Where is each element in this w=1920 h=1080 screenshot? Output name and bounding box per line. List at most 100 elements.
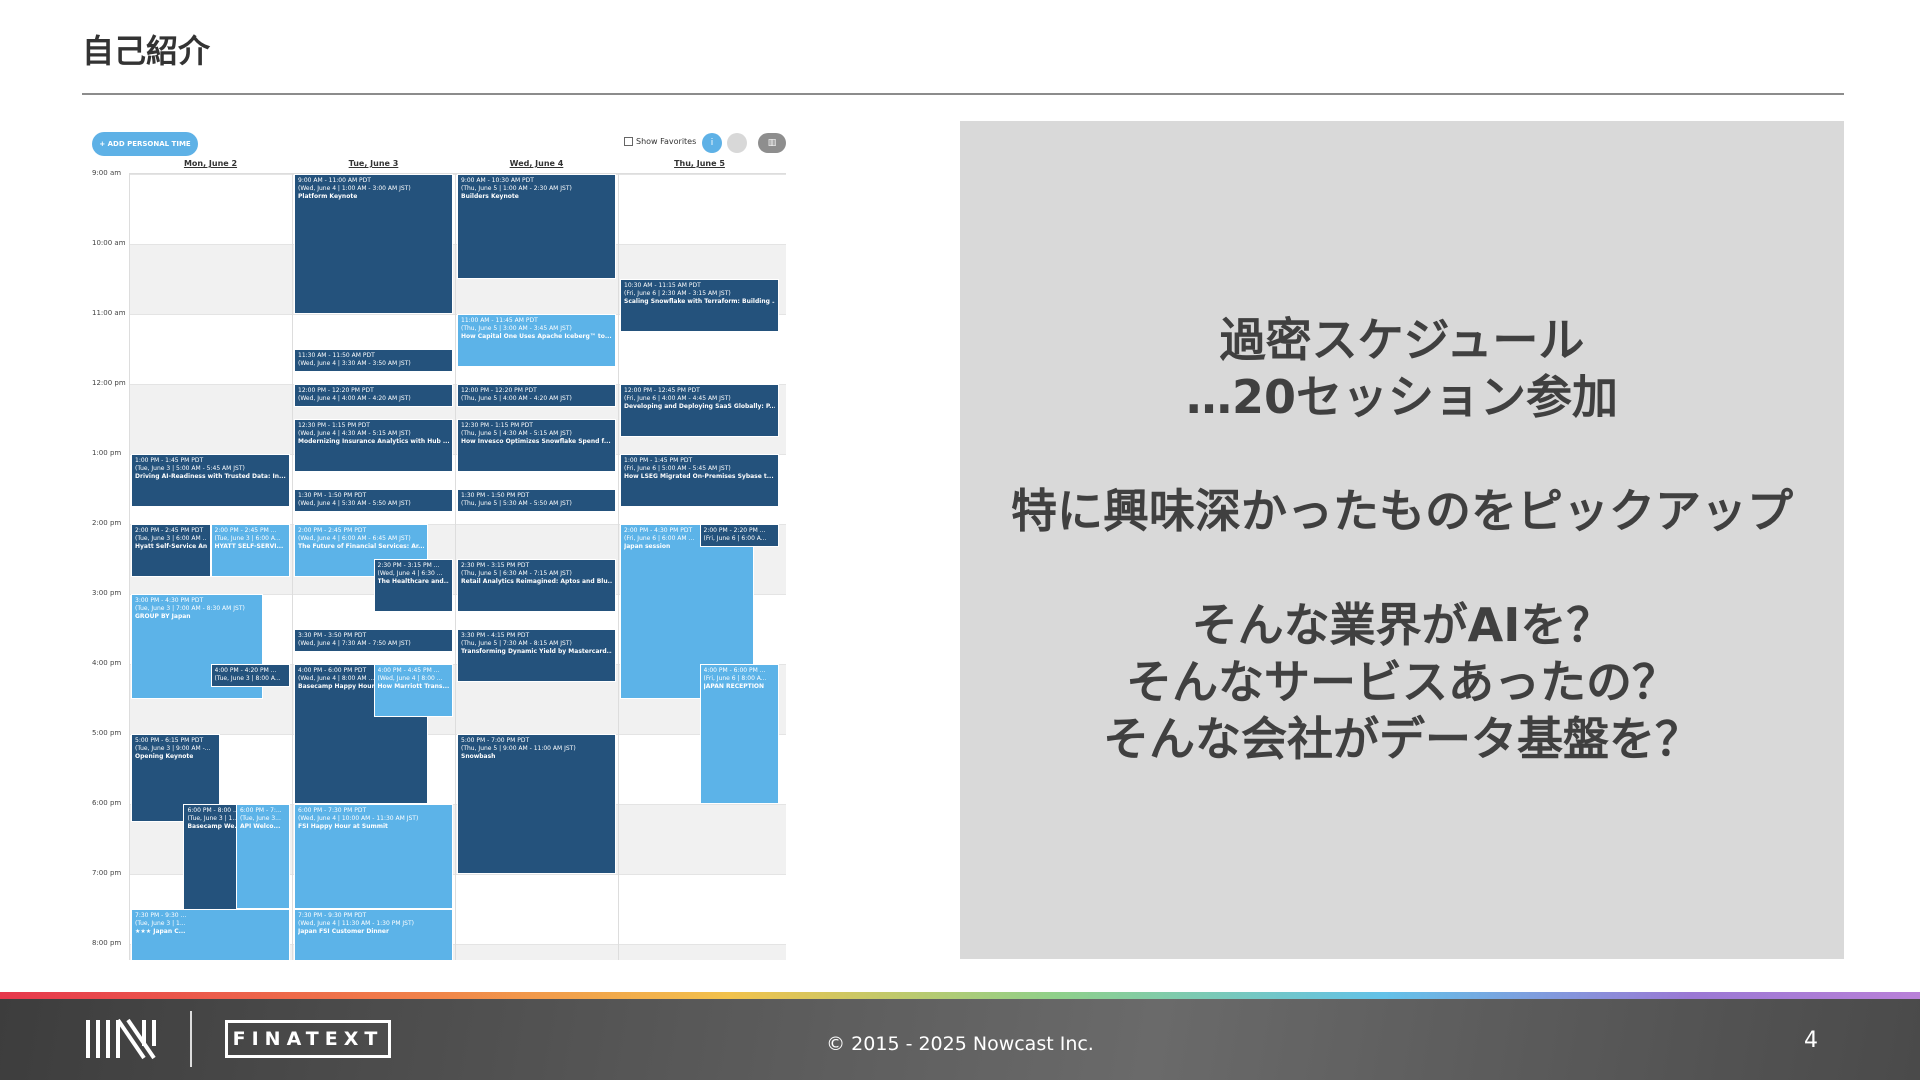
grid-view-icon[interactable]: ▥ [758, 133, 786, 153]
event-time: 12:30 PM - 1:15 PM PDT [461, 422, 533, 429]
event-time: 1:00 PM - 1:45 PM PDT [624, 457, 693, 464]
calendar-event[interactable]: 7:30 PM - 9:30 ... (Tue, June 3 | 1... ★★★… [131, 909, 290, 960]
event-title: How Invesco Optimizes Snowflake Spend f.… [461, 438, 611, 446]
time-label: 11:00 am [92, 309, 126, 317]
event-time: 3:30 PM - 3:50 PM PDT [298, 632, 367, 639]
summary-line: 過密スケジュール [1219, 313, 1585, 367]
footer: FINATEXT © 2015 - 2025 Nowcast Inc. 4 [0, 999, 1920, 1080]
event-title: How LSEG Migrated On-Premises Sybase t..… [624, 473, 774, 481]
calendar-event[interactable]: 11:00 AM - 11:45 AM PDT (Thu, June 5 | 3:… [457, 314, 616, 367]
calendar-event[interactable]: 12:30 PM - 1:15 PM PDT (Thu, June 5 | 4:3… [457, 419, 616, 472]
calendar-event[interactable]: 9:00 AM - 11:00 AM PDT (Wed, June 4 | 1:0… [294, 174, 453, 314]
event-time: 10:30 AM - 11:15 AM PDT [624, 282, 701, 289]
event-time: 12:00 PM - 12:45 PM PDT [624, 387, 700, 394]
event-title: Hyatt Self-Service Ana... [135, 543, 207, 551]
calendar-event[interactable]: 7:30 PM - 9:30 PM PDT (Wed, June 4 | 11:3… [294, 909, 453, 960]
calendar-grid: 1:00 PM - 1:45 PM PDT (Tue, June 3 | 5:00… [129, 173, 786, 960]
event-local-time: (Wed, June 4 | 11:30 AM - 1:30 PM JST) [298, 920, 414, 928]
event-local-time: (Tue, June 3 | 7:00 AM - 8:30 AM JST) [135, 605, 245, 613]
calendar-event[interactable]: 2:00 PM - 2:45 PM PDT (Tue, June 3 | 6:00… [131, 524, 211, 577]
calendar-event[interactable]: 12:00 PM - 12:45 PM PDT (Fri, June 6 | 4:… [620, 384, 779, 437]
calendar-toolbar: + ADD PERSONAL TIME Show Favorites i ▥ [84, 120, 796, 162]
calendar-event[interactable]: 1:00 PM - 1:45 PM PDT (Fri, June 6 | 5:00… [620, 454, 779, 507]
calendar-event[interactable]: 12:00 PM - 12:20 PM PDT (Wed, June 4 | 4:… [294, 384, 453, 408]
day-header: Thu, June 5 [674, 159, 725, 168]
time-label: 4:00 pm [92, 659, 122, 667]
show-favorites-toggle[interactable]: Show Favorites [624, 137, 696, 146]
calendar-event[interactable]: 11:30 AM - 11:50 AM PDT (Wed, June 4 | 3:… [294, 349, 453, 373]
event-local-time: (Wed, June 4 | 1:00 AM - 3:00 AM JST) [298, 185, 411, 193]
event-local-time: (Tue, June 3 | 6:00 AM ... [135, 535, 207, 543]
day-header: Mon, June 2 [183, 159, 238, 168]
calendar-event[interactable]: 6:00 PM - 7:... (Tue, June 3... API Welco.… [235, 804, 290, 909]
event-title: Japan FSI Customer Dinner [298, 928, 389, 936]
event-local-time: (Fri, June 6 | 5:00 AM - 5:45 AM JST) [624, 465, 731, 473]
event-title: JAPAN RECEPTION [703, 683, 765, 691]
event-title: Snowbash [461, 753, 496, 761]
event-local-time: (Wed, June 4 | 6:30 ... [377, 570, 443, 578]
event-time: 1:30 PM - 1:50 PM PDT [461, 492, 530, 499]
event-local-time: (Tue, June 3... [239, 815, 281, 823]
event-title: How Capital One Uses Apache Iceberg™ to.… [461, 333, 612, 341]
event-time: 9:00 AM - 10:30 AM PDT [461, 177, 534, 184]
event-local-time: (Thu, June 5 | 6:30 AM - 7:15 AM JST) [461, 570, 572, 578]
event-local-time: (Tue, June 3 | 9:00 AM -... [135, 745, 211, 753]
time-label: 8:00 pm [92, 939, 122, 947]
event-local-time: (Thu, June 5 | 3:00 AM - 3:45 AM JST) [461, 325, 572, 333]
event-time: 2:30 PM - 3:15 PM PDT [461, 562, 530, 569]
list-view-icon[interactable] [727, 133, 747, 153]
event-local-time: (Thu, June 5 | 9:00 AM - 11:00 AM JST) [461, 745, 576, 753]
event-title: ★★★ Japan C... [135, 928, 186, 936]
time-label: 9:00 am [92, 169, 122, 177]
event-local-time: (Tue, June 3 | 6:00 A... [214, 535, 281, 543]
event-title: How Marriott Trans... [377, 683, 450, 691]
event-time: 2:00 PM - 2:45 PM ... [214, 527, 277, 534]
info-icon[interactable]: i [702, 133, 722, 153]
event-time: 7:30 PM - 9:30 PM PDT [298, 912, 367, 919]
calendar-event[interactable]: 2:00 PM - 2:45 PM ... (Tue, June 3 | 6:00… [210, 524, 290, 577]
summary-panel: 過密スケジュール …20セッション参加 特に興味深かったものをピックアップ そんな… [960, 121, 1844, 959]
calendar-event[interactable]: 6:00 PM - 7:30 PM PDT (Wed, June 4 | 10:0… [294, 804, 453, 909]
calendar-event[interactable]: 1:30 PM - 1:50 PM PDT (Thu, June 5 | 5:30… [457, 489, 616, 513]
calendar-event[interactable]: 2:30 PM - 3:15 PM ... (Wed, June 4 | 6:30… [373, 559, 453, 612]
summary-line: 特に興味深かったものをピックアップ [1011, 484, 1793, 538]
time-label: 5:00 pm [92, 729, 122, 737]
calendar-event[interactable]: 2:00 PM - 2:20 PM ... (Fri, June 6 | 6:00… [699, 524, 779, 548]
time-label: 6:00 pm [92, 799, 122, 807]
calendar-event[interactable]: 1:30 PM - 1:50 PM PDT (Wed, June 4 | 5:30… [294, 489, 453, 513]
event-local-time: (Wed, June 4 | 3:30 AM - 3:50 AM JST) [298, 360, 411, 368]
event-time: 3:30 PM - 4:15 PM PDT [461, 632, 530, 639]
calendar-event[interactable]: 2:30 PM - 3:15 PM PDT (Thu, June 5 | 6:30… [457, 559, 616, 612]
event-time: 2:00 PM - 2:45 PM PDT [298, 527, 367, 534]
calendar-event[interactable]: 12:00 PM - 12:20 PM PDT (Thu, June 5 | 4:… [457, 384, 616, 408]
calendar-event[interactable]: 1:00 PM - 1:45 PM PDT (Tue, June 3 | 5:00… [131, 454, 290, 507]
add-personal-time-button[interactable]: + ADD PERSONAL TIME [92, 132, 198, 156]
calendar-event[interactable]: 10:30 AM - 11:15 AM PDT (Fri, June 6 | 2:… [620, 279, 779, 332]
event-time: 12:00 PM - 12:20 PM PDT [461, 387, 537, 394]
event-local-time: (Wed, June 4 | 4:00 AM - 4:20 AM JST) [298, 395, 411, 403]
event-local-time: (Tue, June 3 | 1... [135, 920, 186, 928]
event-local-time: (Fri, June 6 | 2:30 AM - 3:15 AM JST) [624, 290, 731, 298]
event-time: 4:00 PM - 6:00 PM ... [703, 667, 766, 674]
calendar-event[interactable]: 3:30 PM - 4:15 PM PDT (Thu, June 5 | 7:30… [457, 629, 616, 682]
calendar-event[interactable]: 3:30 PM - 3:50 PM PDT (Wed, June 4 | 7:30… [294, 629, 453, 653]
event-time: 7:30 PM - 9:30 ... [135, 912, 187, 919]
event-time: 9:00 AM - 11:00 AM PDT [298, 177, 371, 184]
time-label: 2:00 pm [92, 519, 122, 527]
calendar-event[interactable]: 12:30 PM - 1:15 PM PDT (Wed, June 4 | 4:3… [294, 419, 453, 472]
event-local-time: (Thu, June 5 | 4:30 AM - 5:15 AM JST) [461, 430, 572, 438]
event-local-time: (Wed, June 4 | 5:30 AM - 5:50 AM JST) [298, 500, 411, 508]
calendar-event[interactable]: 4:00 PM - 4:20 PM ... (Tue, June 3 | 8:00… [210, 664, 290, 688]
summary-line: そんな業界がAIを？ [1191, 598, 1613, 652]
slide-title: 自己紹介 [82, 32, 211, 70]
calendar-event[interactable]: 4:00 PM - 6:00 PM ... (Fri, June 6 | 8:00… [699, 664, 779, 804]
time-label: 3:00 pm [92, 589, 122, 597]
event-local-time: (Wed, June 4 | 7:30 AM - 7:50 AM JST) [298, 640, 411, 648]
event-time: 2:00 PM - 2:20 PM ... [703, 527, 766, 534]
calendar-event[interactable]: 9:00 AM - 10:30 AM PDT (Thu, June 5 | 1:0… [457, 174, 616, 279]
checkbox-icon[interactable] [624, 137, 633, 146]
event-time: 5:00 PM - 7:00 PM PDT [461, 737, 530, 744]
calendar-event[interactable]: 4:00 PM - 4:45 PM ... (Wed, June 4 | 8:00… [373, 664, 453, 717]
calendar-event[interactable]: 5:00 PM - 7:00 PM PDT (Thu, June 5 | 9:00… [457, 734, 616, 874]
time-label: 7:00 pm [92, 869, 122, 877]
